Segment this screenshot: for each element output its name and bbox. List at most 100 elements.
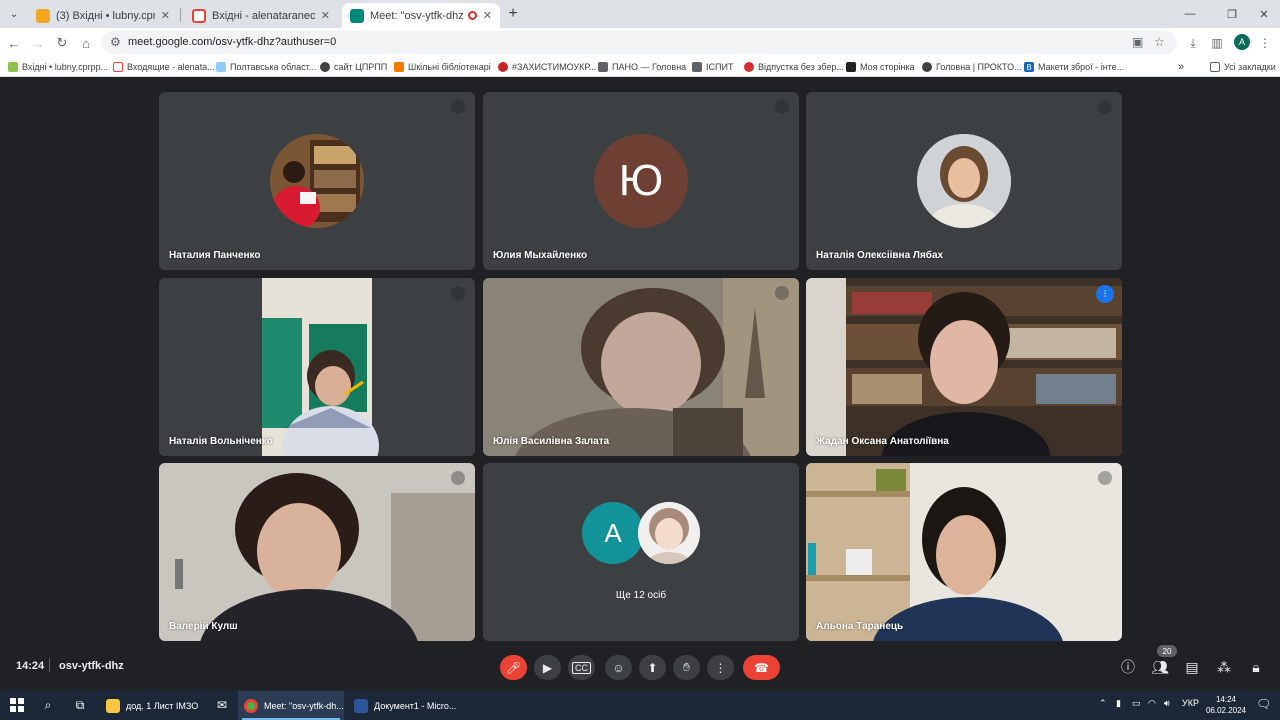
portrait-photo	[917, 134, 1011, 228]
more-options-button[interactable]: ⋮	[707, 655, 734, 680]
camera-icon[interactable]: ▣	[1132, 35, 1143, 49]
mic-toggle-button[interactable]: 🎤︎	[500, 655, 527, 680]
chat-icon[interactable]: ▤	[1183, 658, 1201, 676]
mic-off-icon	[1098, 100, 1112, 114]
reload-icon[interactable]: ↻	[52, 33, 72, 53]
meet-icon	[350, 8, 364, 23]
close-icon[interactable]: ✕	[483, 9, 492, 22]
bookmark-item[interactable]: Моя сторінка	[846, 60, 915, 74]
reactions-button[interactable]: ☺	[605, 655, 632, 680]
site-info-icon[interactable]: ⚙	[110, 35, 121, 49]
bookmark-item[interactable]: #ЗАХИСТИМОУКР...	[498, 60, 596, 74]
bookmark-item[interactable]: Шкільні бібліотекарі	[394, 60, 491, 74]
home-icon[interactable]: ⌂	[76, 33, 96, 53]
captions-icon: CC	[572, 661, 591, 674]
bookmark-star-icon[interactable]: ☆	[1154, 35, 1165, 49]
leave-call-button[interactable]: ☎︎	[743, 655, 780, 680]
taskbar-app-explorer[interactable]: дод. 1 Лист ІМЗО	[100, 691, 210, 720]
meeting-info-icon[interactable]: ⓘ	[1119, 658, 1137, 676]
window-close-icon[interactable]: ✕	[1252, 4, 1276, 24]
back-arrow-icon[interactable]: ←	[4, 33, 24, 53]
side-panel-icon[interactable]: ▥	[1208, 34, 1226, 52]
present-button[interactable]: ⬆	[639, 655, 666, 680]
bookmark-item[interactable]: Вхідні • lubny.cprpp...	[8, 60, 108, 74]
participant-photo	[270, 134, 364, 228]
mail-icon[interactable]: ✉	[214, 697, 230, 713]
bookmark-item[interactable]: Входящие - alenata...	[113, 60, 215, 74]
url-text: meet.google.com/osv-ytfk-dhz?authuser=0	[128, 36, 337, 48]
participant-photo	[917, 134, 1011, 228]
battery-icon[interactable]: ▭	[1132, 698, 1141, 709]
wifi-icon[interactable]: ◠	[1148, 698, 1156, 709]
bookmark-item[interactable]: Полтавська област...	[216, 60, 316, 74]
tab-meet[interactable]: Meet: "osv-ytfk-dhz" ✕	[342, 3, 500, 28]
bookmark-item[interactable]: сайт ЦПРПП	[320, 60, 387, 74]
taskbar-app-word[interactable]: Документ1 - Micro...	[348, 691, 456, 720]
hangup-icon: ☎︎	[754, 660, 769, 675]
people-icon[interactable]: 👥︎	[1151, 658, 1169, 676]
divider	[49, 658, 50, 672]
b-icon: B	[1024, 62, 1034, 72]
emoji-icon: ☺	[612, 660, 625, 675]
close-icon[interactable]: ✕	[321, 9, 330, 22]
tab-search-chevron-icon[interactable]: ⌄	[4, 4, 24, 24]
bookmark-item[interactable]: Відпустка без збер...	[744, 60, 844, 74]
minimize-icon[interactable]: —	[1178, 4, 1202, 24]
download-icon[interactable]: ⤓	[1184, 34, 1202, 52]
bookmarks-overflow-icon[interactable]: »	[1178, 60, 1184, 74]
participant-tile[interactable]: Юлія Василівна Залата	[483, 278, 799, 456]
host-controls-lock-icon[interactable]: 🔒︎	[1247, 658, 1265, 676]
bookmark-item[interactable]: B Макети зброї - інте...	[1024, 60, 1124, 74]
windows-taskbar: ⌕ ⧉ дод. 1 Лист ІМЗО ✉ Meet: "osv-ytfk-d…	[0, 690, 1280, 720]
participant-tile[interactable]: Наталія Олексіівна Лябах	[806, 92, 1122, 270]
notifications-icon[interactable]: 🗨︎	[1256, 697, 1271, 711]
participant-tile[interactable]: Наталія Вольніченко	[159, 278, 475, 456]
system-clock[interactable]: 14:24 06.02.2024	[1203, 694, 1249, 716]
close-icon[interactable]: ✕	[161, 9, 170, 22]
volume-icon[interactable]: 🔊︎	[1164, 698, 1170, 709]
participant-tile[interactable]: Альона Таранець	[806, 463, 1122, 641]
mic-off-icon: 🎤︎	[505, 660, 522, 675]
tray-chevron-icon[interactable]: ⌃	[1099, 698, 1107, 709]
activities-icon[interactable]: ⁂	[1215, 658, 1233, 676]
participant-video	[159, 463, 475, 641]
tab-ukr-net[interactable]: (3) Вхідні • lubny.cprpp@ukr.n ✕	[28, 3, 178, 28]
bookmark-item[interactable]: Головна | ПРОКТО...	[922, 60, 1022, 74]
participant-name: Валерій Кулш	[169, 621, 238, 632]
all-bookmarks-folder[interactable]: Усі закладки	[1210, 60, 1276, 74]
profile-avatar[interactable]: A	[1234, 34, 1250, 50]
task-view-icon[interactable]: ⧉	[72, 697, 88, 713]
participant-name: Альона Таранець	[816, 621, 904, 632]
participant-name: Наталія Олексіівна Лябах	[816, 250, 944, 261]
participant-tile[interactable]: Валерій Кулш	[159, 463, 475, 641]
address-bar[interactable]: ⚙ meet.google.com/osv-ytfk-dhz?authuser=…	[102, 31, 1177, 54]
participant-tile[interactable]: Наталия Панченко	[159, 92, 475, 270]
camera-icon: ▶	[542, 660, 553, 675]
raise-hand-button[interactable]: ✋︎	[673, 655, 700, 680]
menu-kebab-icon[interactable]: ⋮	[1256, 34, 1274, 52]
forward-arrow-icon[interactable]: →	[28, 33, 48, 53]
bookmark-item[interactable]: ІСПИТ	[692, 60, 733, 74]
participant-tile[interactable]: Ю Юлия Мыхайленко	[483, 92, 799, 270]
participant-video	[159, 278, 475, 456]
windows-start-icon[interactable]	[10, 698, 24, 712]
search-icon[interactable]: ⌕	[40, 697, 56, 713]
mic-off-icon	[451, 471, 465, 485]
participant-tile-speaking[interactable]: ⫶ Жадан Оксана Анатоліївна	[806, 278, 1122, 456]
new-tab-button[interactable]: +	[504, 4, 522, 24]
others-tile[interactable]: A Ще 12 осіб	[483, 463, 799, 641]
network-icon[interactable]: ▮	[1116, 698, 1121, 709]
bookmark-item[interactable]: ПАНО — Головна	[598, 60, 686, 74]
restore-icon[interactable]: ❐	[1220, 4, 1244, 24]
captions-button[interactable]: CC	[568, 655, 595, 680]
tab-gmail[interactable]: Вхідні - alenataranec2019@gm ✕	[184, 3, 338, 28]
tab-strip: ⌄ (3) Вхідні • lubny.cprpp@ukr.n ✕ Вхідн…	[0, 0, 1280, 28]
participant-video	[806, 463, 1122, 641]
arrow-icon	[598, 62, 608, 72]
camera-toggle-button[interactable]: ▶	[534, 655, 561, 680]
input-language[interactable]: УКР	[1182, 698, 1199, 708]
meeting-controls-bar: 14:24 osv-ytfk-dhz 🎤︎ ▶ CC ☺ ⬆ ✋︎ ⋮ ☎︎ ⓘ…	[0, 645, 1280, 690]
taskbar-app-chrome[interactable]: Meet: "osv-ytfk-dh...	[238, 691, 344, 720]
word-icon	[354, 698, 368, 713]
bookmark-label: Полтавська област...	[230, 62, 317, 72]
